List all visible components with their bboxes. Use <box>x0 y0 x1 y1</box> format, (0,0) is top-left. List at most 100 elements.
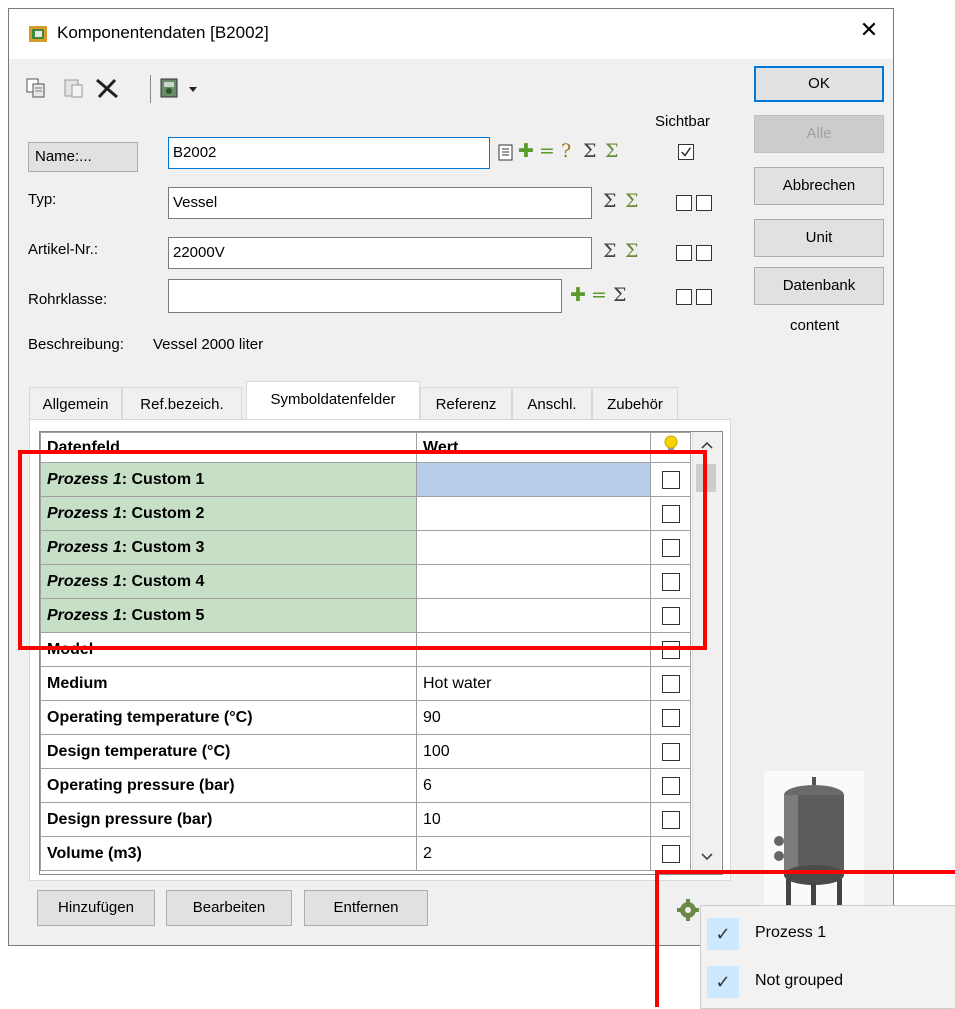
field-name-cell[interactable]: Operating pressure (bar) <box>40 768 417 803</box>
visible-checkbox[interactable] <box>661 708 680 727</box>
type-field[interactable]: Vessel <box>168 187 592 219</box>
type-checkbox-1[interactable] <box>676 195 692 211</box>
close-button[interactable]: ✕ <box>854 17 884 43</box>
field-name-cell[interactable]: Volume (m3) <box>40 836 417 871</box>
content-label: content <box>790 317 840 334</box>
value-cell[interactable]: 2 <box>416 836 651 871</box>
list-icon[interactable] <box>498 144 514 162</box>
value-cell[interactable]: 6 <box>416 768 651 803</box>
highlight-box-custom-rows <box>18 450 707 650</box>
app-icon <box>29 26 47 42</box>
visible-cell <box>650 768 691 803</box>
visible-checkbox-name[interactable] <box>678 144 694 160</box>
pipe-class-label: Rohrklasse: <box>28 291 108 308</box>
remove-button[interactable]: Entfernen <box>304 890 428 926</box>
visible-cell <box>650 836 691 871</box>
visible-checkbox[interactable] <box>661 742 680 761</box>
table-row[interactable]: Volume (m3) 2 <box>40 836 691 871</box>
table-row[interactable]: Design pressure (bar) 10 <box>40 802 691 837</box>
visible-checkbox[interactable] <box>661 844 680 863</box>
visible-cell <box>650 734 691 769</box>
pipe-class-field[interactable] <box>168 279 562 313</box>
article-checkbox-1[interactable] <box>676 245 692 261</box>
field-name: Volume (m3) <box>47 844 142 862</box>
alle-button[interactable]: Alle <box>754 115 884 153</box>
description-label: Beschreibung: <box>28 336 124 353</box>
description-value: Vessel 2000 liter <box>153 336 264 353</box>
field-name-cell[interactable]: Operating temperature (°C) <box>40 700 417 735</box>
sum-check-icon[interactable]: Σ <box>625 240 638 262</box>
equals-icon[interactable]: = <box>539 140 555 162</box>
pipe-class-checkbox-2[interactable] <box>696 289 712 305</box>
value-cell[interactable]: 90 <box>416 700 651 735</box>
edit-button[interactable]: Bearbeiten <box>166 890 292 926</box>
visible-cell <box>650 802 691 837</box>
sum-check-icon[interactable]: Σ <box>605 140 618 162</box>
pipe-class-checkbox-1[interactable] <box>676 289 692 305</box>
window-title: Komponentendaten [B2002] <box>57 23 269 42</box>
value-cell[interactable]: Hot water <box>416 666 651 701</box>
visible-cell <box>650 666 691 701</box>
check-icon: ✓ <box>707 918 739 950</box>
table-row[interactable]: Operating temperature (°C) 90 <box>40 700 691 735</box>
table-row[interactable]: Medium Hot water <box>40 666 691 701</box>
table-row[interactable]: Operating pressure (bar) 6 <box>40 768 691 803</box>
sum-check-icon[interactable]: Σ <box>625 190 638 212</box>
sum-icon[interactable]: Σ <box>583 140 596 162</box>
add-icon[interactable]: ✚ <box>518 140 534 162</box>
tab-allgemein[interactable]: Allgemein <box>29 387 122 419</box>
add-icon[interactable]: ✚ <box>570 284 586 306</box>
equals-icon[interactable]: = <box>591 284 607 306</box>
toolbar-separator <box>150 75 151 103</box>
copy-icon[interactable] <box>25 77 47 99</box>
tab-ref-bezeich[interactable]: Ref.bezeich. <box>122 387 242 419</box>
field-name-cell[interactable]: Design pressure (bar) <box>40 802 417 837</box>
article-field[interactable]: 22000V <box>168 237 592 269</box>
delete-icon[interactable] <box>95 77 121 99</box>
tab-zubehoer[interactable]: Zubehör <box>592 387 678 419</box>
field-name-cell[interactable]: Medium <box>40 666 417 701</box>
value-cell[interactable]: 10 <box>416 802 651 837</box>
field-name-cell[interactable]: Design temperature (°C) <box>40 734 417 769</box>
field-name: Design temperature (°C) <box>47 742 231 760</box>
chevron-down-icon[interactable] <box>187 77 199 99</box>
scroll-down-icon[interactable] <box>700 852 714 862</box>
database-icon[interactable] <box>159 77 181 99</box>
article-checkbox-2[interactable] <box>696 245 712 261</box>
menu-item-not-grouped[interactable]: ✓ Not grouped <box>701 960 955 1002</box>
cancel-button[interactable]: Abbrechen <box>754 167 884 205</box>
database-button[interactable]: Datenbank <box>754 267 884 305</box>
table-row[interactable]: Design temperature (°C) 100 <box>40 734 691 769</box>
tab-referenz[interactable]: Referenz <box>420 387 512 419</box>
unit-button[interactable]: Unit <box>754 219 884 257</box>
group-menu: ✓ Prozess 1 ✓ Not grouped <box>700 905 955 1009</box>
paste-icon[interactable] <box>63 77 85 99</box>
question-icon[interactable]: ? <box>561 140 571 162</box>
sum-icon[interactable]: Σ <box>603 190 616 212</box>
sum-icon[interactable]: Σ <box>613 284 626 306</box>
scroll-up-icon[interactable] <box>700 440 714 450</box>
visible-checkbox[interactable] <box>661 674 680 693</box>
menu-item-label: Prozess 1 <box>755 924 827 941</box>
menu-item-label: Not grouped <box>755 972 844 989</box>
tab-anschl[interactable]: Anschl. <box>512 387 592 419</box>
menu-item-prozess-1[interactable]: ✓ Prozess 1 <box>701 912 955 954</box>
visible-checkbox[interactable] <box>661 776 680 795</box>
type-label: Typ: <box>28 191 57 208</box>
tab-symboldatenfelder[interactable]: Symboldatenfelder <box>246 381 420 419</box>
field-name: Operating temperature (°C) <box>47 708 253 726</box>
name-field[interactable]: B2002 <box>168 137 490 169</box>
sum-icon[interactable]: Σ <box>603 240 616 262</box>
add-button[interactable]: Hinzufügen <box>37 890 155 926</box>
visible-label: Sichtbar <box>655 113 711 130</box>
article-label: Artikel-Nr.: <box>28 241 99 258</box>
check-icon: ✓ <box>707 966 739 998</box>
name-button[interactable]: Name:... <box>28 142 138 172</box>
field-name: Operating pressure (bar) <box>47 776 235 794</box>
type-checkbox-2[interactable] <box>696 195 712 211</box>
title-bar: Komponentendaten [B2002] ✕ <box>9 9 893 59</box>
ok-button[interactable]: OK <box>754 66 884 102</box>
field-name: Design pressure (bar) <box>47 810 213 828</box>
value-cell[interactable]: 100 <box>416 734 651 769</box>
visible-checkbox[interactable] <box>661 810 680 829</box>
